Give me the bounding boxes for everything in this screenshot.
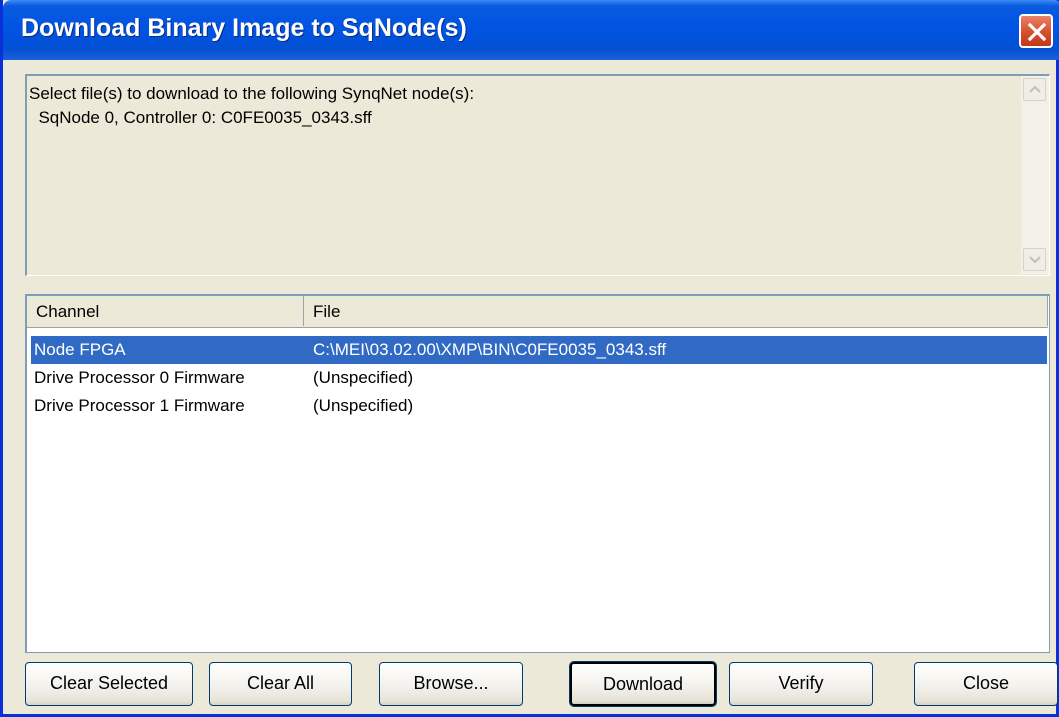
- browse-button[interactable]: Browse...: [379, 662, 523, 706]
- chevron-up-icon: [1029, 85, 1041, 93]
- list-row-drive-processor-1[interactable]: Drive Processor 1 Firmware (Unspecified): [31, 392, 1047, 420]
- title-bar[interactable]: Download Binary Image to SqNode(s): [3, 0, 1059, 60]
- row-channel: Drive Processor 1 Firmware: [34, 396, 245, 415]
- download-button[interactable]: Download: [569, 661, 717, 707]
- close-window-button[interactable]: [1019, 14, 1053, 48]
- row-file: C:\MEI\03.02.00\XMP\BIN\C0FE0035_0343.sf…: [313, 340, 667, 359]
- scroll-down-button[interactable]: [1023, 248, 1046, 271]
- node-info-panel: Select file(s) to download to the follow…: [25, 74, 1050, 276]
- scroll-up-button[interactable]: [1023, 78, 1046, 101]
- info-line-2: SqNode 0, Controller 0: C0FE0035_0343.sf…: [29, 108, 372, 127]
- verify-button[interactable]: Verify: [729, 662, 873, 706]
- row-channel: Node FPGA: [34, 340, 126, 359]
- clear-selected-button[interactable]: Clear Selected: [25, 662, 193, 706]
- row-file: (Unspecified): [313, 396, 414, 415]
- clear-all-button[interactable]: Clear All: [209, 662, 352, 706]
- list-row-drive-processor-0[interactable]: Drive Processor 0 Firmware (Unspecified): [31, 364, 1047, 392]
- close-button[interactable]: Close: [914, 662, 1058, 706]
- info-line-1: Select file(s) to download to the follow…: [29, 84, 475, 103]
- dialog-window: Download Binary Image to SqNode(s) Selec…: [0, 0, 1059, 717]
- window-title: Download Binary Image to SqNode(s): [21, 14, 467, 42]
- row-file: (Unspecified): [313, 368, 414, 387]
- channel-file-list[interactable]: Channel File Node FPGA C:\MEI\03.02.00\X…: [25, 294, 1050, 653]
- row-channel: Drive Processor 0 Firmware: [34, 368, 245, 387]
- close-icon: [1027, 22, 1047, 42]
- list-header: Channel File: [27, 296, 1048, 328]
- info-scrollbar[interactable]: [1021, 76, 1049, 274]
- list-row-node-fpga[interactable]: Node FPGA C:\MEI\03.02.00\XMP\BIN\C0FE00…: [31, 336, 1047, 364]
- column-header-file[interactable]: File: [304, 296, 1048, 326]
- column-header-channel[interactable]: Channel: [27, 296, 304, 326]
- chevron-down-icon: [1029, 256, 1041, 264]
